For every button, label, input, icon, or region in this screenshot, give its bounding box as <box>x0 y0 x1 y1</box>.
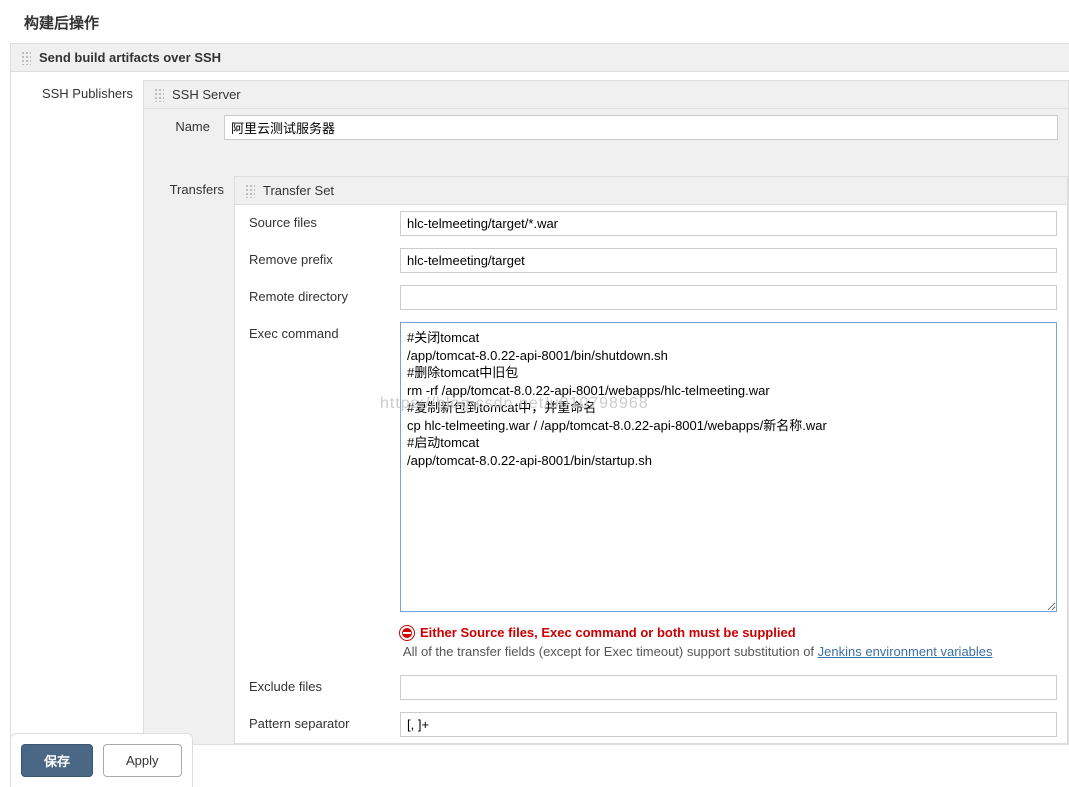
exec-command-label: Exec command <box>245 322 400 341</box>
page-container: 构建后操作 Send build artifacts over SSH SSH … <box>0 0 1069 745</box>
drag-handle-icon[interactable] <box>245 184 255 198</box>
remove-prefix-label: Remove prefix <box>245 248 400 267</box>
error-message-row: Either Source files, Exec command or bot… <box>235 621 1067 642</box>
help-text-row: All of the transfer fields (except for E… <box>235 642 1067 669</box>
remote-directory-label: Remote directory <box>245 285 400 304</box>
ssh-server-box: SSH Server Name Transfers <box>143 80 1069 745</box>
section-title: 构建后操作 <box>0 0 1069 43</box>
drag-handle-icon[interactable] <box>21 51 31 65</box>
transfers-label: Transfers <box>144 176 234 744</box>
post-build-actions-box: Send build artifacts over SSH SSH Publis… <box>10 43 1069 745</box>
ssh-server-name-input[interactable] <box>224 115 1058 140</box>
env-vars-link[interactable]: Jenkins environment variables <box>818 644 993 659</box>
footer-buttons: 保存 Apply <box>10 733 193 787</box>
remove-prefix-input[interactable] <box>400 248 1057 273</box>
error-icon <box>400 626 414 640</box>
apply-button[interactable]: Apply <box>103 744 182 777</box>
group-title: Send build artifacts over SSH <box>39 50 221 65</box>
source-files-label: Source files <box>245 211 400 230</box>
pattern-separator-input[interactable] <box>400 712 1057 737</box>
pattern-separator-label: Pattern separator <box>245 712 400 731</box>
transfer-set-header: Transfer Set <box>235 177 1067 205</box>
ssh-group-header: Send build artifacts over SSH <box>11 44 1069 72</box>
exclude-files-label: Exclude files <box>245 675 400 694</box>
ssh-publishers-label: SSH Publishers <box>11 80 143 745</box>
ssh-server-header: SSH Server <box>144 81 1068 109</box>
error-text: Either Source files, Exec command or bot… <box>420 625 796 640</box>
remote-directory-input[interactable] <box>400 285 1057 310</box>
drag-handle-icon[interactable] <box>154 88 164 102</box>
exclude-files-input[interactable] <box>400 675 1057 700</box>
save-button[interactable]: 保存 <box>21 744 93 777</box>
transfer-set-box: Transfer Set Source files Remove pr <box>234 176 1068 744</box>
source-files-input[interactable] <box>400 211 1057 236</box>
name-label: Name <box>154 115 224 134</box>
exec-command-textarea[interactable] <box>400 322 1057 612</box>
